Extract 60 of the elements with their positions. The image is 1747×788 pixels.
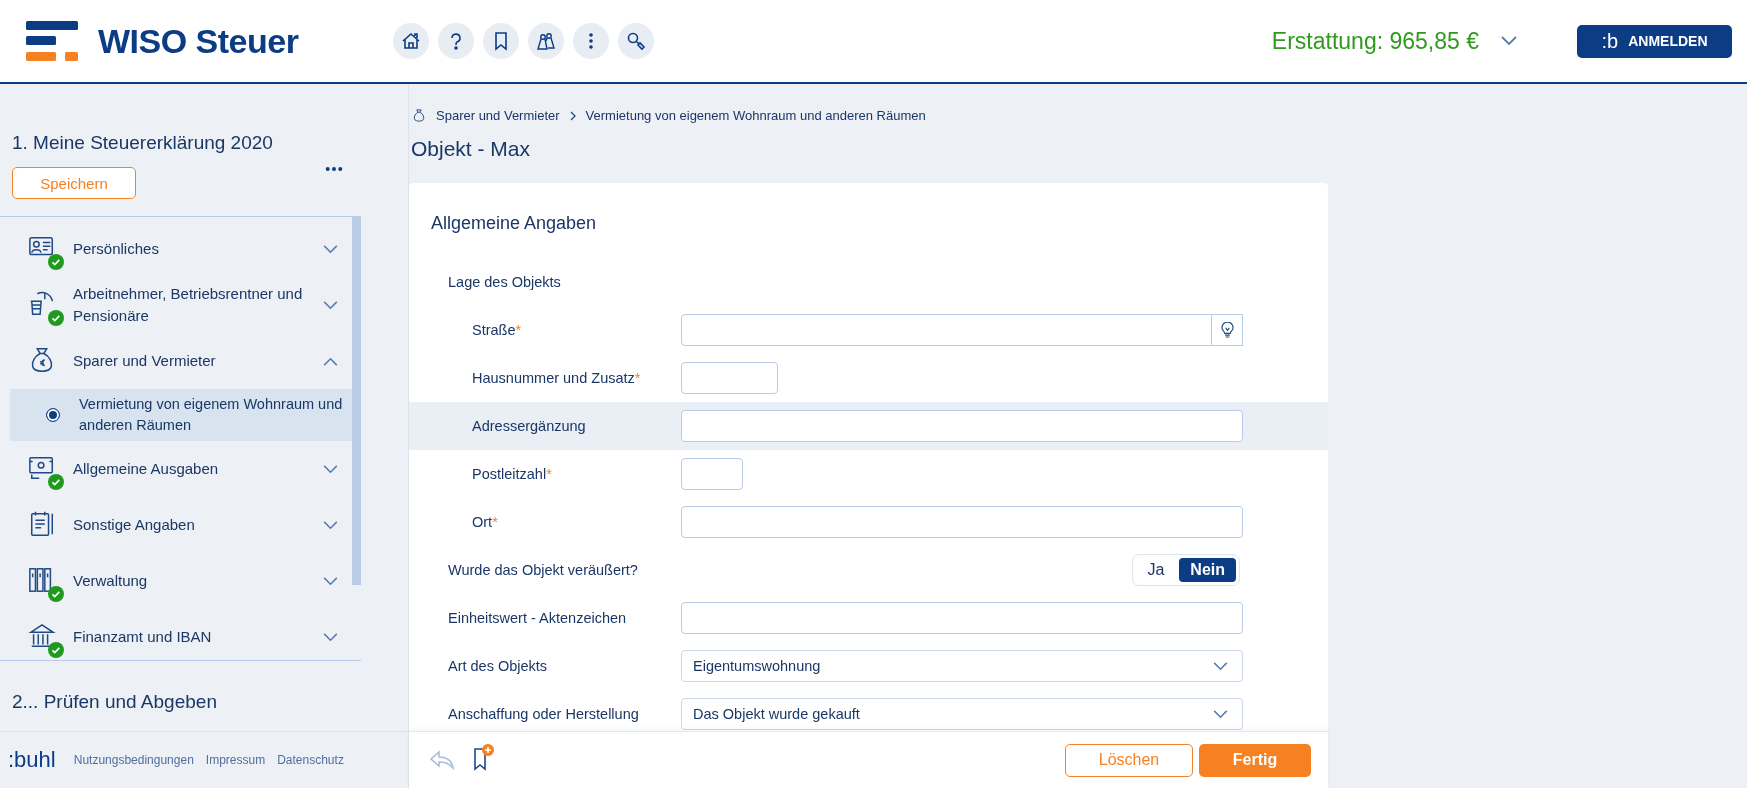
footer-link[interactable]: Impressum	[205, 753, 266, 767]
field-label: Hausnummer und Zusatz*	[472, 370, 642, 386]
dropdown[interactable]: Das Objekt wurde gekauft	[681, 698, 1243, 730]
chevron-right-icon	[569, 110, 576, 121]
lightbulb-icon[interactable]	[1212, 314, 1243, 346]
field-label: Art des Objekts	[448, 658, 549, 674]
tax-return-title: 1. Meine Steuererklärung 2020	[12, 132, 273, 153]
company-logo: :buhl	[8, 747, 56, 773]
money-bag-icon	[412, 108, 426, 123]
field-label: Wurde das Objekt veräußert?	[448, 562, 639, 578]
help-icon[interactable]	[438, 23, 475, 59]
nav-item[interactable]: Arbeitnehmer, Betriebsrentner und Pensionäre	[0, 277, 352, 333]
text-field[interactable]	[681, 506, 1243, 538]
text-field[interactable]	[681, 458, 743, 490]
footer-link[interactable]: Nutzungsbedingungen	[73, 753, 194, 767]
nav-subitem[interactable]: Vermietung von eigenem Wohnraum und anderen Räumen	[10, 389, 352, 441]
nav-item[interactable]: Sparer und Vermieter	[0, 333, 352, 389]
dropdown[interactable]: Eigentumswohnung	[681, 650, 1243, 682]
section-title: Allgemeine Angaben	[431, 213, 598, 234]
nav-item[interactable]: Sonstige Angaben	[0, 497, 352, 553]
nav-item[interactable]: Verwaltung	[0, 553, 352, 609]
text-field[interactable]	[681, 314, 1212, 346]
refund-amount: Erstattung: 965,85 €	[1271, 27, 1479, 55]
nav-item[interactable]: Finanzamt und IBAN	[0, 609, 352, 660]
banknote-icon	[28, 454, 56, 482]
more-icon[interactable]	[325, 166, 343, 172]
field-label: Postleitzahl*	[472, 466, 553, 482]
text-field[interactable]	[681, 410, 1243, 442]
field-label: Anschaffung oder Herstellung	[448, 706, 640, 722]
game-pieces-icon[interactable]	[528, 23, 565, 59]
nav-item[interactable]: Persönliches	[0, 221, 352, 277]
footer-link[interactable]: Datenschutz	[277, 753, 344, 767]
field-label: Adressergänzung	[472, 418, 587, 434]
scrollbar[interactable]	[352, 217, 361, 585]
chevron-down-icon[interactable]	[1501, 36, 1517, 46]
field-label: Einheitswert - Aktenzeichen	[448, 610, 628, 626]
caret-icon	[1213, 709, 1228, 719]
text-field[interactable]	[681, 602, 1243, 634]
home-icon[interactable]	[393, 23, 430, 59]
breadcrumb-link[interactable]: Sparer und Vermieter	[436, 108, 560, 123]
nav-item[interactable]: Allgemeine Ausgaben	[0, 441, 352, 497]
page-title: Objekt - Max	[411, 137, 532, 161]
toggle-option[interactable]: Nein	[1179, 558, 1236, 582]
toggle-option[interactable]: Ja	[1136, 558, 1176, 582]
caret-icon	[1213, 661, 1228, 671]
notepad-icon	[28, 510, 56, 538]
app-title: WISO Steuer	[98, 21, 299, 61]
login-button[interactable]: :b ANMELDEN	[1577, 24, 1732, 58]
search-icon[interactable]	[618, 23, 655, 59]
field-label: Ort*	[472, 514, 499, 530]
breadcrumb-link[interactable]: Vermietung von eigenem Wohnraum und anderen Räumen	[585, 108, 926, 123]
bank-building-icon	[28, 622, 56, 650]
coffee-cup-icon	[28, 290, 56, 318]
add-bookmark-icon[interactable]	[473, 743, 495, 771]
field-label: Straße*	[472, 322, 523, 338]
text-field[interactable]	[681, 362, 778, 394]
next-step-title[interactable]: 2... Prüfen und Abgeben	[12, 691, 217, 712]
logo-icon	[26, 21, 78, 61]
group-label: Lage des Objekts	[448, 274, 562, 290]
bookmark-icon[interactable]	[483, 23, 520, 59]
